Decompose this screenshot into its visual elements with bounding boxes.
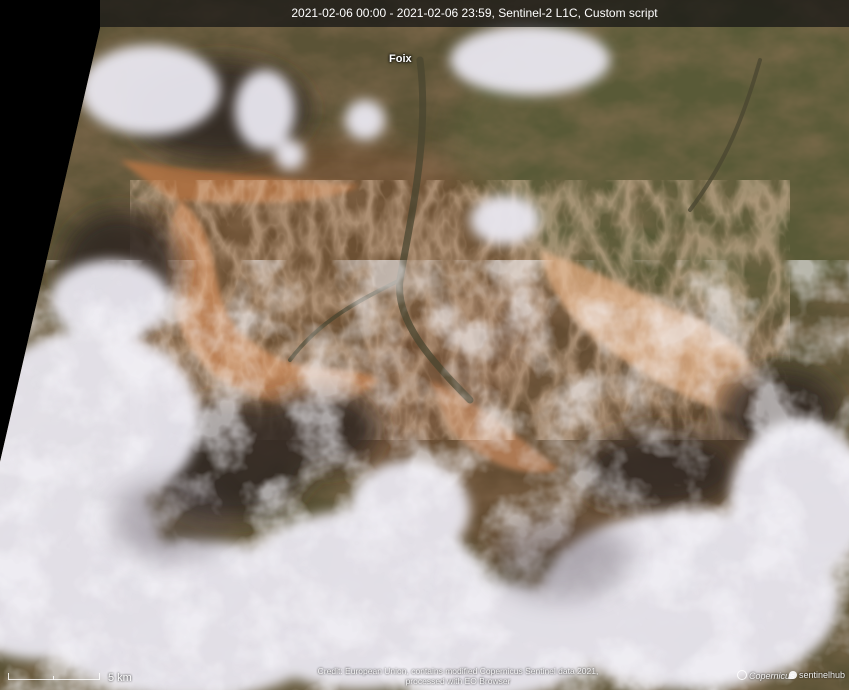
scale-bar <box>8 672 102 680</box>
sentinelhub-logo-icon <box>789 671 797 679</box>
map-viewport[interactable]: 2021-02-06 00:00 - 2021-02-06 23:59, Sen… <box>0 0 849 690</box>
scale-label: 5 km <box>108 672 132 684</box>
sentinelhub-logo: sentinelhub <box>789 670 845 680</box>
imagery-swath <box>0 0 849 690</box>
scale-bar-line <box>8 673 100 680</box>
satellite-image[interactable] <box>0 0 849 690</box>
scale-bar-tick <box>53 676 54 680</box>
acquisition-title-bar: 2021-02-06 00:00 - 2021-02-06 23:59, Sen… <box>100 0 849 27</box>
sentinelhub-logo-text: sentinelhub <box>799 670 846 680</box>
acquisition-title: 2021-02-06 00:00 - 2021-02-06 23:59, Sen… <box>291 6 658 20</box>
place-label-foix: Foix <box>389 53 412 65</box>
copernicus-logo-text: Copernicus <box>749 671 795 681</box>
attribution-line-2: processed with EO Browser <box>405 676 511 686</box>
attribution-line-1: Credit: European Union, contains modifie… <box>317 666 599 676</box>
copernicus-logo: Copernicus <box>737 670 795 681</box>
copernicus-logo-icon <box>737 670 747 680</box>
attribution-credit: Credit: European Union, contains modifie… <box>296 666 620 686</box>
